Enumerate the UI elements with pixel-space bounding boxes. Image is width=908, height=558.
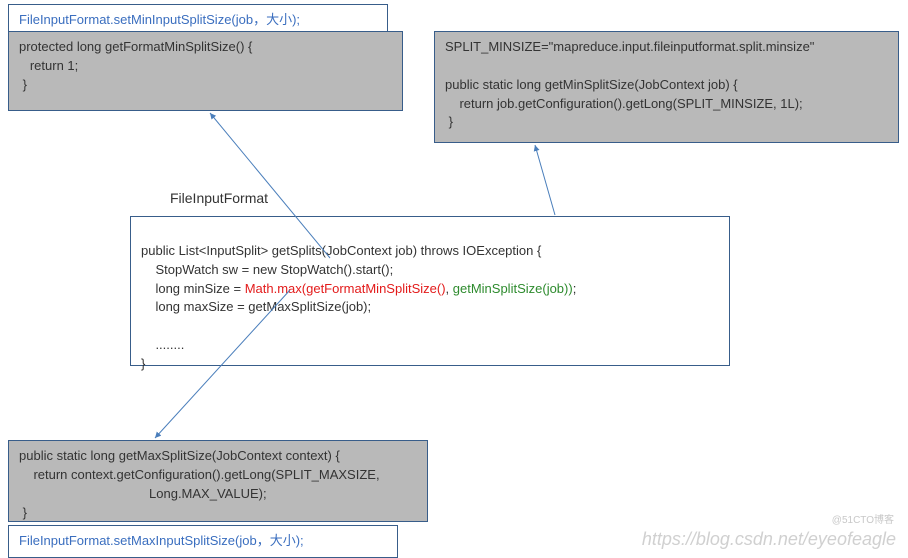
code-box-getminsplitsize: SPLIT_MINSIZE="mapreduce.input.fileinput…	[434, 31, 899, 143]
getminsplitsize-call: getMinSplitSize(job))	[453, 281, 573, 296]
code-box-getsplits: public List<InputSplit> getSplits(JobCon…	[130, 216, 730, 366]
code-box-getformatminsplitsize: protected long getFormatMinSplitSize() {…	[8, 31, 403, 111]
watermark-main: https://blog.csdn.net/eyeofeagle	[642, 529, 896, 550]
code-dots: ........	[141, 337, 184, 352]
caption-setmaxinputsplitsize: FileInputFormat.setMaxInputSplitSize(job…	[8, 525, 398, 558]
code-close: }	[141, 356, 145, 371]
code-box-getmaxsplitsize: public static long getMaxSplitSize(JobCo…	[8, 440, 428, 522]
code-line: public List<InputSplit> getSplits(JobCon…	[141, 243, 541, 258]
code-line: long maxSize = getMaxSplitSize(job);	[141, 299, 371, 314]
code-line: long minSize = Math.max(getFormatMinSpli…	[141, 281, 576, 296]
code-line: StopWatch sw = new StopWatch().start();	[141, 262, 393, 277]
class-label: FileInputFormat	[170, 190, 268, 206]
watermark-secondary: @51CTO博客	[832, 511, 894, 526]
math-max-call: Math.max(getFormatMinSplitSize()	[245, 281, 446, 296]
